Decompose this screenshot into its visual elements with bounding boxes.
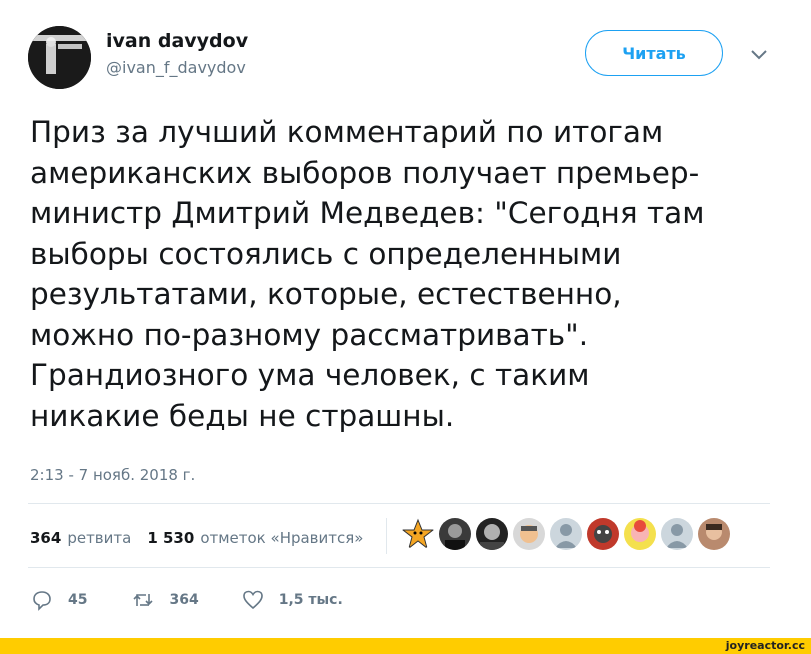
likes-count[interactable]: 1 530 bbox=[147, 529, 194, 547]
divider bbox=[28, 503, 770, 504]
default-avatar-icon bbox=[661, 518, 693, 550]
cartoon-avatar-icon bbox=[624, 518, 656, 550]
stats-separator bbox=[386, 518, 387, 554]
person-avatar-icon bbox=[698, 518, 730, 550]
watermark-bar: joyreactor.cc bbox=[0, 638, 811, 654]
person-avatar-icon bbox=[476, 518, 508, 550]
tweet-stats: 364 ретвита 1 530 отметок «Нравится» bbox=[30, 518, 379, 558]
user-avatar[interactable] bbox=[28, 26, 91, 89]
tweet-actions: 45 364 1,5 тыс. bbox=[30, 585, 343, 615]
cartoon-avatar-icon bbox=[587, 518, 619, 550]
default-avatar-icon bbox=[550, 518, 582, 550]
divider bbox=[28, 567, 770, 568]
liker-avatar[interactable] bbox=[550, 518, 582, 550]
like-button[interactable]: 1,5 тыс. bbox=[241, 588, 343, 612]
retweets-count[interactable]: 364 bbox=[30, 529, 61, 547]
liker-avatar[interactable] bbox=[698, 518, 730, 550]
liker-avatar[interactable] bbox=[624, 518, 656, 550]
person-avatar-icon bbox=[439, 518, 471, 550]
reply-button[interactable]: 45 bbox=[30, 588, 87, 612]
liker-avatar[interactable] bbox=[439, 518, 471, 550]
user-handle[interactable]: @ivan_f_davydov bbox=[106, 58, 246, 77]
retweet-icon bbox=[133, 594, 154, 606]
heart-icon bbox=[242, 590, 263, 610]
user-name[interactable]: ivan davydov bbox=[106, 30, 248, 52]
retweets-label[interactable]: ретвита bbox=[67, 529, 131, 547]
follow-button[interactable]: Читать bbox=[585, 30, 723, 76]
watermark-text[interactable]: joyreactor.cc bbox=[726, 638, 805, 654]
star-avatar-icon bbox=[402, 518, 434, 550]
cartoon-avatar-icon bbox=[513, 518, 545, 550]
liker-avatar[interactable] bbox=[402, 518, 434, 550]
chevron-down-icon[interactable] bbox=[748, 44, 770, 64]
retweet-button[interactable]: 364 bbox=[131, 588, 199, 612]
reply-icon bbox=[33, 591, 51, 611]
like-count: 1,5 тыс. bbox=[278, 592, 343, 608]
liker-avatar[interactable] bbox=[476, 518, 508, 550]
retweet-count: 364 bbox=[169, 592, 199, 608]
likes-label[interactable]: отметок «Нравится» bbox=[200, 529, 363, 547]
liker-avatar[interactable] bbox=[513, 518, 545, 550]
reply-count: 45 bbox=[68, 592, 88, 608]
liker-avatar[interactable] bbox=[587, 518, 619, 550]
likers-avatars bbox=[402, 518, 730, 550]
tweet-timestamp[interactable]: 2:13 - 7 нояб. 2018 г. bbox=[30, 466, 195, 484]
tweet-text: Приз за лучший комментарий по итогам аме… bbox=[30, 115, 705, 433]
liker-avatar[interactable] bbox=[661, 518, 693, 550]
avatar-photo-icon bbox=[28, 26, 91, 89]
tweet-header: ivan davydov @ivan_f_davydov Читать bbox=[28, 22, 788, 92]
